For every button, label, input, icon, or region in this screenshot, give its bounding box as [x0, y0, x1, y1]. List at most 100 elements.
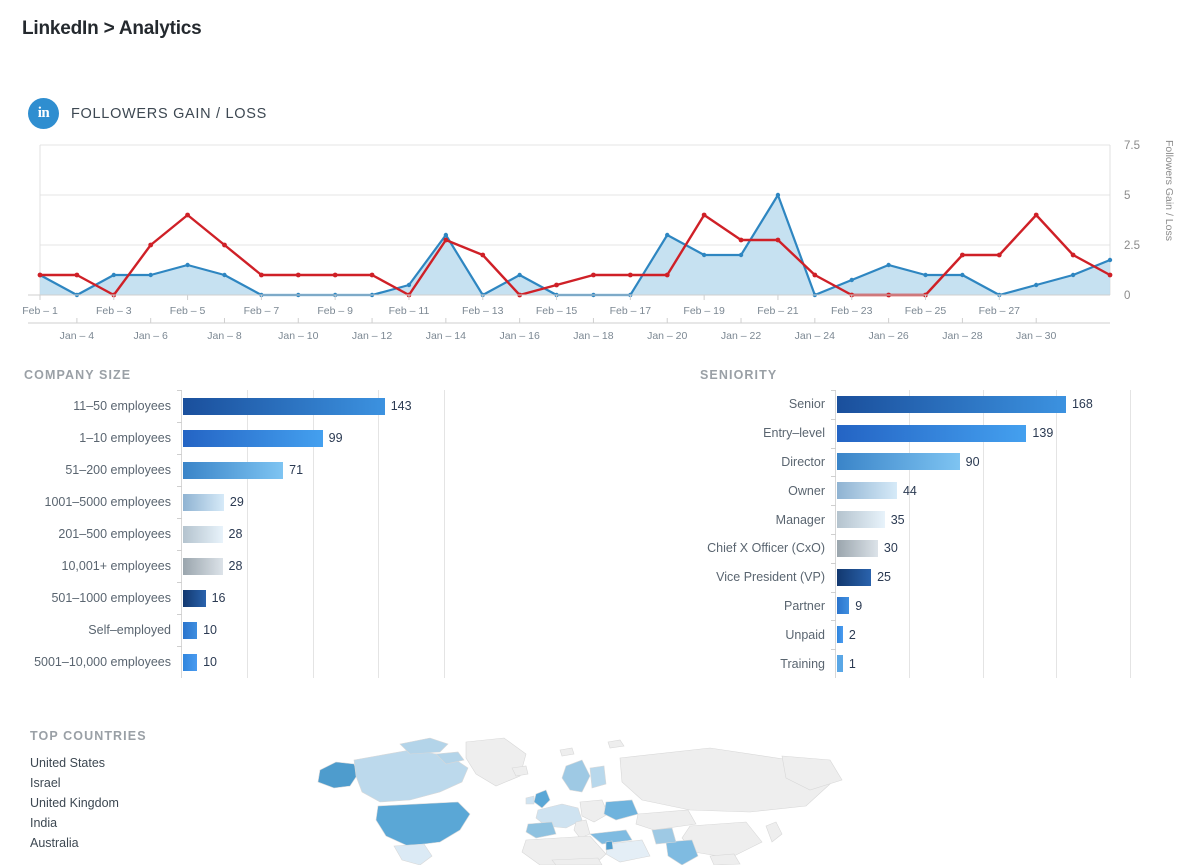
bar-category-label: 5001–10,000 employees	[34, 655, 171, 669]
bar-category-label: Training	[780, 656, 825, 671]
bar-value-label: 99	[328, 431, 343, 445]
data-point	[295, 272, 301, 278]
axis-tick	[831, 476, 836, 478]
x-tick-label-secondary: Jan – 12	[352, 330, 392, 342]
x-tick-label-primary: Feb – 7	[244, 305, 280, 317]
data-point	[1107, 257, 1113, 263]
data-point	[222, 242, 227, 248]
x-tick-label-primary: Feb – 21	[757, 305, 799, 317]
bar-row[interactable]: Vice President (VP) 25	[700, 562, 1130, 592]
bar-value-label: 29	[229, 495, 244, 509]
company-size-heading: COMPANY SIZE	[24, 368, 132, 382]
bar-fill	[837, 482, 897, 500]
data-point	[148, 242, 154, 248]
map-country-central-europe	[579, 799, 609, 823]
x-tick-label-secondary: Jan – 18	[573, 330, 613, 342]
bar-fill	[183, 397, 385, 415]
x-tick-label-primary: Feb – 17	[610, 305, 652, 317]
bar-value-label: 10	[203, 623, 217, 637]
bar-track: 35	[831, 505, 1130, 534]
analytics-page: LinkedIn > Analytics in FOLLOWERS GAIN /…	[0, 0, 1181, 865]
y-axis-title: Followers Gain / Loss	[1163, 140, 1175, 241]
bar-track: 10	[177, 614, 444, 646]
x-tick-label-secondary: Jan – 4	[60, 330, 95, 342]
x-tick-label-primary: Feb – 23	[831, 305, 873, 317]
seniority-bar-chart: Senior 168 Entry–level 139 Director 90 Owner 44…	[700, 390, 1131, 678]
bar-category-label: 501–1000 employees	[51, 591, 171, 605]
map-country-pakistan	[651, 827, 677, 845]
axis-tick	[177, 422, 182, 423]
bar-track: 1	[831, 649, 1130, 678]
map-country-scandinavia	[561, 759, 591, 793]
bar-row[interactable]: Partner 9	[700, 591, 1130, 621]
bar-row[interactable]: Director 90	[700, 447, 1130, 477]
country-list-item[interactable]: India	[30, 813, 230, 833]
bar-value-label: 168	[1071, 397, 1093, 412]
data-point	[37, 272, 43, 278]
map-country-israel	[605, 840, 614, 851]
seniority-heading: SENIORITY	[700, 368, 778, 382]
bar-row[interactable]: 201–500 employees 28	[24, 518, 444, 550]
bar-fill	[183, 429, 323, 447]
bar-value-label: 16	[211, 591, 226, 605]
data-point	[923, 272, 928, 278]
map-country-isles	[559, 747, 575, 757]
bar-track: 9	[831, 591, 1130, 621]
bar-row[interactable]: Training 1	[700, 649, 1130, 678]
x-tick-label-secondary: Jan – 8	[207, 330, 242, 342]
x-tick-label-primary: Feb – 1	[22, 305, 58, 317]
bar-row[interactable]: 1001–5000 employees 29	[24, 486, 444, 518]
bar-fill	[837, 539, 878, 557]
world-map-svg	[317, 737, 843, 865]
country-list-item[interactable]: Israel	[30, 773, 230, 793]
axis-tick	[831, 418, 836, 420]
country-list-item[interactable]: United Kingdom	[30, 793, 230, 813]
bar-category-label: Manager	[775, 512, 825, 527]
bar-row[interactable]: Owner 44	[700, 476, 1130, 506]
map-country-eastern-europe	[603, 799, 639, 821]
map-country-italy	[573, 819, 591, 839]
bar-category-label: 51–200 employees	[65, 463, 171, 477]
data-point	[222, 272, 227, 278]
bar-track: 168	[831, 390, 1130, 419]
bar-row[interactable]: 501–1000 employees 16	[24, 582, 444, 614]
bar-fill	[837, 655, 843, 673]
bar-row[interactable]: 5001–10,000 employees 10	[24, 646, 444, 678]
map-country-svalbard	[607, 739, 625, 749]
map-country-spain	[525, 821, 557, 839]
bar-row[interactable]: Unpaid 2	[700, 620, 1130, 650]
bar-track: 28	[177, 518, 444, 550]
x-tick-label-primary: Feb – 3	[96, 305, 132, 317]
data-point	[627, 272, 633, 278]
country-list-item[interactable]: Australia	[30, 833, 230, 853]
x-tick-label-secondary: Jan – 16	[500, 330, 540, 342]
bar-row[interactable]: 11–50 employees 143	[24, 390, 444, 422]
bar-row[interactable]: 1–10 employees 99	[24, 422, 444, 454]
bar-row[interactable]: Manager 35	[700, 505, 1130, 534]
axis-tick	[177, 614, 182, 615]
company-size-bar-chart: 11–50 employees 143 1–10 employees 99 51–200…	[24, 390, 445, 678]
data-point	[812, 272, 818, 278]
bar-fill	[183, 493, 224, 511]
bar-track: 44	[831, 476, 1130, 506]
bar-value-label: 28	[228, 559, 243, 573]
bar-row[interactable]: 51–200 employees 71	[24, 454, 444, 486]
bar-row[interactable]: Chief X Officer (CxO) 30	[700, 533, 1130, 563]
x-tick-label-primary: Feb – 13	[462, 305, 504, 317]
data-point	[443, 232, 449, 238]
bar-row[interactable]: Entry–level 139	[700, 418, 1130, 448]
bar-value-label: 25	[877, 570, 891, 585]
bar-fill	[837, 597, 850, 615]
x-tick-label-secondary: Jan – 22	[721, 330, 761, 342]
bar-category-label: Partner	[784, 598, 825, 613]
bar-row[interactable]: Self–employed 10	[24, 614, 444, 646]
bar-row[interactable]: Senior 168	[700, 390, 1130, 419]
axis-tick	[831, 562, 836, 564]
data-point	[554, 282, 559, 288]
map-country-arctic	[399, 737, 449, 755]
y-tick-label: 5	[1124, 190, 1130, 202]
data-point	[738, 252, 744, 258]
page-title: LinkedIn > Analytics	[22, 18, 202, 39]
country-list-item[interactable]: United States	[30, 753, 230, 773]
bar-row[interactable]: 10,001+ employees 28	[24, 550, 444, 582]
